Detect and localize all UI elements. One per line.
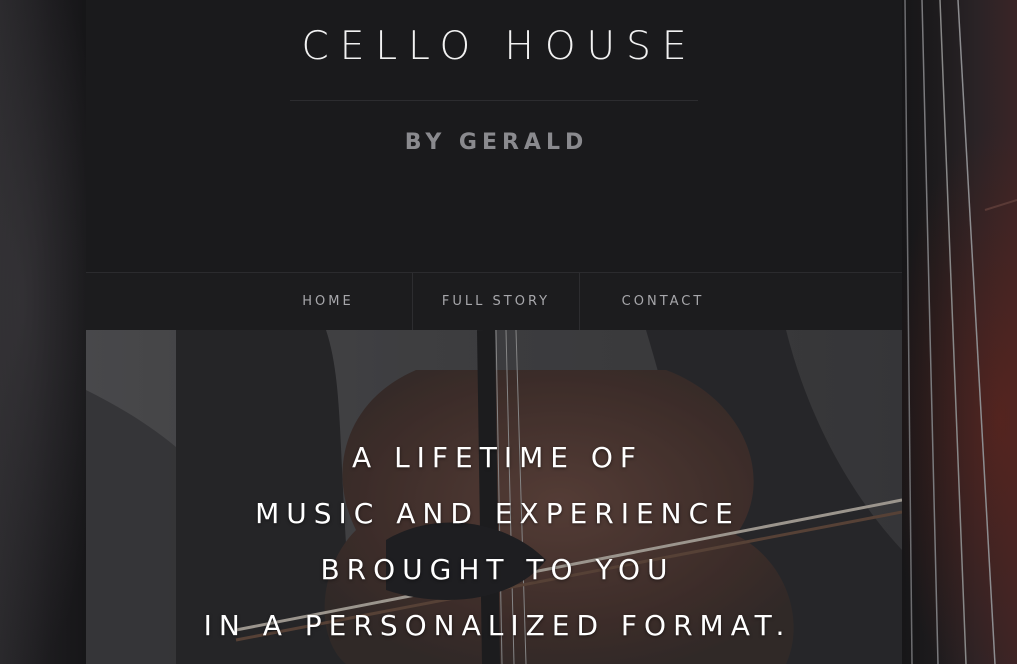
title-divider xyxy=(290,100,698,101)
main-page: CELLO HOUSE BY GERALD HOME FULL STORY CO… xyxy=(86,0,902,664)
nav-item-contact[interactable]: CONTACT xyxy=(579,273,746,330)
site-title: CELLO HOUSE xyxy=(301,24,698,69)
site-subtitle: BY GERALD xyxy=(404,130,589,155)
hero-banner: A LIFETIME OF MUSIC AND EXPERIENCE BROUG… xyxy=(86,330,902,664)
hero-line: IN A PERSONALIZED FORMAT. xyxy=(203,609,792,642)
nav-item-full-story[interactable]: FULL STORY xyxy=(412,273,579,330)
nav-item-home[interactable]: HOME xyxy=(245,273,411,330)
hero-tagline: A LIFETIME OF MUSIC AND EXPERIENCE BROUG… xyxy=(86,430,902,654)
hero-line: A LIFETIME OF xyxy=(352,441,643,474)
hero-line: BROUGHT TO YOU xyxy=(320,553,675,586)
main-navigation: HOME FULL STORY CONTACT xyxy=(86,272,902,330)
hero-line: MUSIC AND EXPERIENCE xyxy=(255,497,740,530)
